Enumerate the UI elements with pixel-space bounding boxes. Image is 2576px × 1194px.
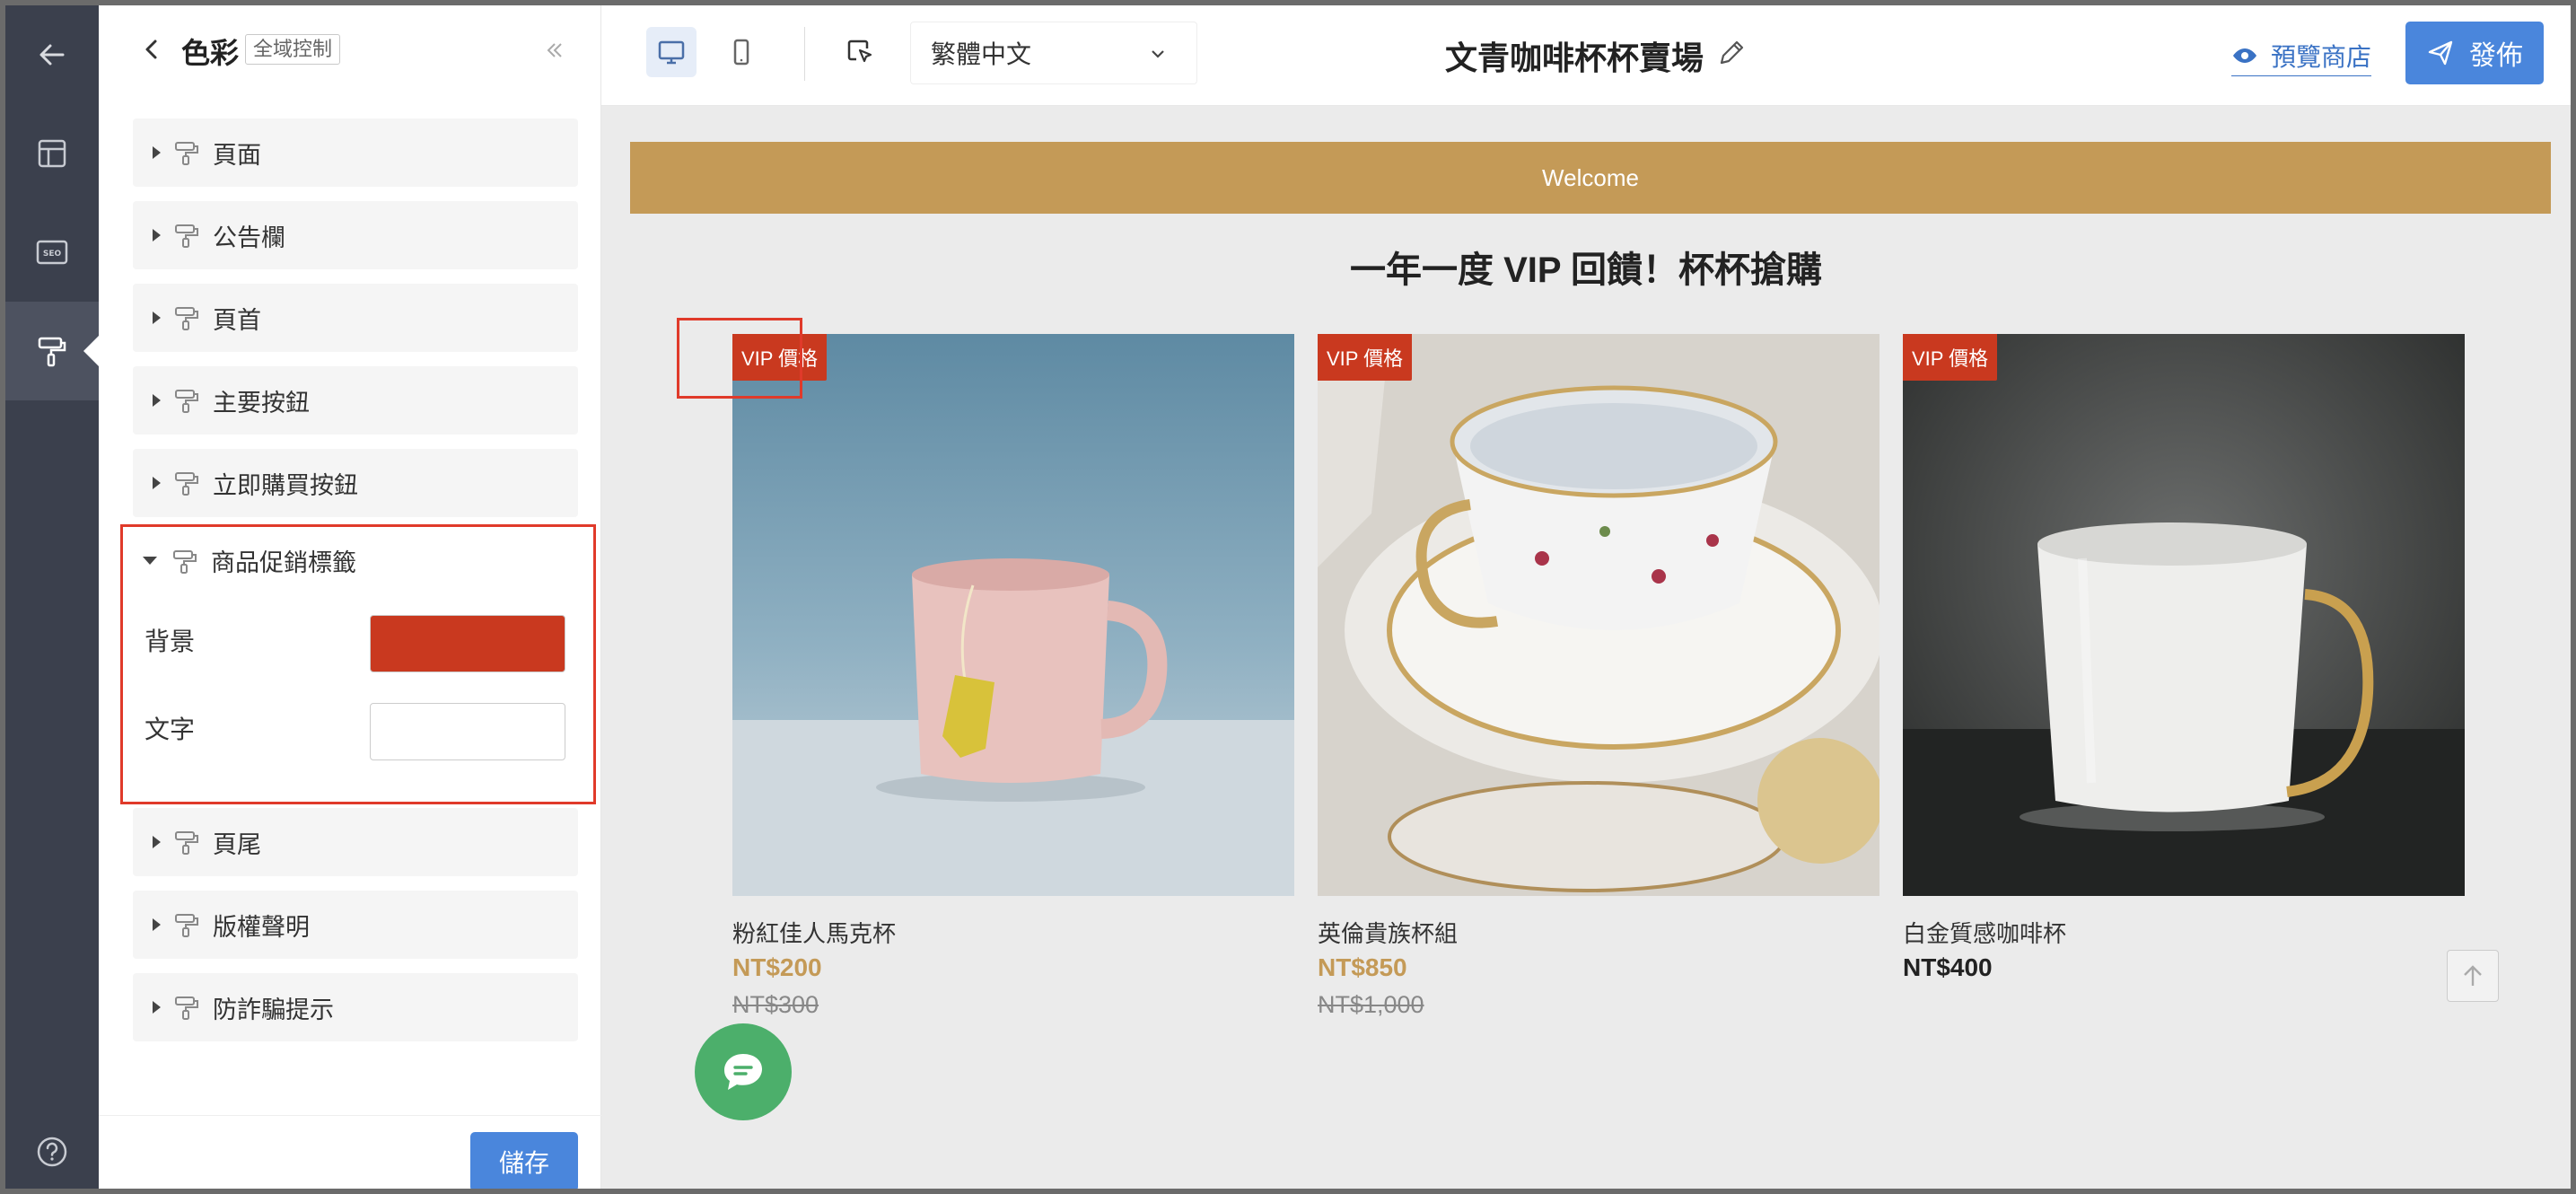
save-button[interactable]: 儲存 bbox=[470, 1132, 578, 1189]
section-primary-button[interactable]: 主要按鈕 bbox=[133, 366, 578, 435]
product-card[interactable]: VIP 價格 白金質感咖啡杯 NT$400 bbox=[1903, 334, 2465, 981]
color-settings-panel: 色彩 全域控制 頁面 公告欄 頁首 主要按鈕 立即購買按鈕 商品促銷標籤 背景 … bbox=[99, 5, 601, 1189]
active-indicator bbox=[83, 335, 100, 367]
caret-right-icon bbox=[153, 1001, 161, 1014]
top-toolbar: 繁體中文 文青咖啡杯杯賣場 預覽商店 發佈 bbox=[601, 5, 2571, 106]
desktop-view-icon[interactable] bbox=[646, 27, 697, 77]
section-page[interactable]: 頁面 bbox=[133, 119, 578, 187]
section-label: 版權聲明 bbox=[213, 913, 310, 941]
send-icon bbox=[2428, 40, 2453, 66]
app-window: SEO 色彩 全域控制 頁面 公告欄 頁首 主要按鈕 立即購買按鈕 商品促銷標籤… bbox=[5, 5, 2571, 1189]
caret-right-icon bbox=[153, 229, 161, 241]
caret-right-icon bbox=[153, 394, 161, 407]
vip-badge: VIP 價格 bbox=[1318, 334, 1413, 381]
section-anti-fraud[interactable]: 防詐騙提示 bbox=[133, 973, 578, 1041]
chat-bubble-icon bbox=[724, 1054, 762, 1090]
help-icon[interactable] bbox=[5, 1115, 99, 1189]
publish-button[interactable]: 發佈 bbox=[2405, 22, 2544, 84]
original-price: NT$300 bbox=[732, 991, 819, 1018]
vip-badge: VIP 價格 bbox=[1903, 334, 1998, 381]
caret-right-icon bbox=[153, 477, 161, 489]
scroll-to-top-button[interactable] bbox=[2447, 950, 2499, 1002]
select-element-icon[interactable] bbox=[835, 27, 885, 77]
left-rail: SEO bbox=[5, 5, 100, 1189]
product-image: VIP 價格 bbox=[732, 334, 1294, 896]
text-label: 文字 bbox=[145, 716, 196, 743]
paint-roller-icon bbox=[175, 831, 198, 855]
pencil-icon[interactable] bbox=[1714, 36, 1748, 70]
product-card[interactable]: VIP 價格 英倫貴族杯組 NT$850 NT$1,000 bbox=[1318, 334, 1879, 1018]
paint-roller-icon bbox=[175, 142, 198, 165]
caret-down-icon bbox=[143, 557, 157, 565]
panel-footer: 儲存 bbox=[99, 1115, 601, 1189]
scope-tag: 全域控制 bbox=[245, 34, 341, 65]
product-name: 粉紅佳人馬克杯 bbox=[732, 920, 897, 947]
chat-button[interactable] bbox=[695, 1023, 792, 1120]
badge-highlight bbox=[677, 318, 802, 399]
paint-roller-icon bbox=[175, 224, 198, 248]
paint-roller-icon bbox=[175, 390, 198, 413]
section-label: 頁尾 bbox=[213, 830, 261, 858]
section-label: 立即購買按鈕 bbox=[213, 471, 358, 499]
original-price: NT$1,000 bbox=[1318, 991, 1424, 1018]
text-color-picker[interactable] bbox=[370, 703, 565, 760]
product-name: 白金質感咖啡杯 bbox=[1903, 920, 2067, 947]
paint-roller-icon bbox=[175, 996, 198, 1020]
arrow-up-icon bbox=[2464, 965, 2482, 986]
product-price: NT$850 bbox=[1318, 953, 1407, 981]
section-promo-tag-expanded: 商品促銷標籤 背景 文字 bbox=[120, 524, 596, 804]
section-label: 頁首 bbox=[213, 306, 261, 334]
background-label: 背景 bbox=[145, 628, 196, 655]
caret-right-icon bbox=[153, 312, 161, 324]
panel-title: 色彩 bbox=[181, 37, 240, 69]
product-image: VIP 價格 bbox=[1318, 334, 1879, 896]
chevron-down-icon bbox=[1152, 50, 1164, 58]
product-name: 英倫貴族杯組 bbox=[1318, 920, 1459, 947]
store-preview: Welcome 一年一度 VIP 回饋！杯杯搶購 VIP 價格 粉紅佳人馬克杯 … bbox=[601, 106, 2571, 1189]
paint-roller-icon bbox=[175, 914, 198, 937]
chevron-left-icon[interactable] bbox=[138, 36, 165, 63]
section-label: 頁面 bbox=[213, 141, 261, 169]
mobile-view-icon[interactable] bbox=[716, 27, 767, 77]
product-image: VIP 價格 bbox=[1903, 334, 2465, 896]
promo-headline: 一年一度 VIP 回饋！杯杯搶購 bbox=[1350, 250, 1822, 290]
product-price: NT$400 bbox=[1903, 953, 1993, 981]
section-label: 防詐騙提示 bbox=[213, 996, 334, 1023]
store-title: 文青咖啡杯杯賣場 bbox=[1445, 40, 1704, 76]
product-card[interactable]: VIP 價格 粉紅佳人馬克杯 NT$200 NT$300 bbox=[732, 334, 1294, 1018]
section-label: 公告欄 bbox=[213, 224, 285, 251]
preview-store-link[interactable]: 預覽商店 bbox=[2231, 38, 2372, 76]
paint-roller-icon bbox=[175, 307, 198, 330]
announcement-bar: Welcome bbox=[630, 142, 2551, 214]
back-arrow-icon[interactable] bbox=[5, 5, 99, 104]
section-label: 商品促銷標籤 bbox=[211, 549, 356, 576]
toolbar-divider bbox=[804, 27, 805, 81]
panel-header: 色彩 全域控制 bbox=[99, 5, 601, 95]
caret-right-icon bbox=[153, 918, 161, 931]
background-color-picker[interactable] bbox=[370, 615, 565, 672]
publish-label: 發佈 bbox=[2469, 41, 2523, 71]
layout-icon[interactable] bbox=[5, 104, 99, 203]
language-select[interactable]: 繁體中文 bbox=[910, 22, 1197, 84]
section-label: 主要按鈕 bbox=[213, 389, 310, 417]
preview-store-label: 預覽商店 bbox=[2271, 43, 2372, 71]
paint-roller-icon bbox=[175, 472, 198, 496]
caret-right-icon bbox=[153, 836, 161, 848]
seo-icon[interactable]: SEO bbox=[5, 203, 99, 302]
language-value: 繁體中文 bbox=[931, 40, 1032, 68]
section-buy-now-button[interactable]: 立即購買按鈕 bbox=[133, 449, 578, 517]
section-header[interactable]: 頁首 bbox=[133, 284, 578, 352]
paint-roller-icon bbox=[173, 549, 197, 574]
eye-icon bbox=[2233, 48, 2256, 63]
section-announcement[interactable]: 公告欄 bbox=[133, 201, 578, 269]
caret-right-icon bbox=[153, 146, 161, 159]
section-copyright[interactable]: 版權聲明 bbox=[133, 891, 578, 959]
svg-text:SEO: SEO bbox=[43, 250, 62, 259]
collapse-panel-icon[interactable] bbox=[544, 40, 565, 61]
product-price: NT$200 bbox=[732, 953, 822, 981]
section-footer[interactable]: 頁尾 bbox=[133, 808, 578, 876]
paint-roller-icon[interactable] bbox=[5, 302, 100, 400]
promo-section-header[interactable]: 商品促銷標籤 bbox=[136, 543, 356, 578]
